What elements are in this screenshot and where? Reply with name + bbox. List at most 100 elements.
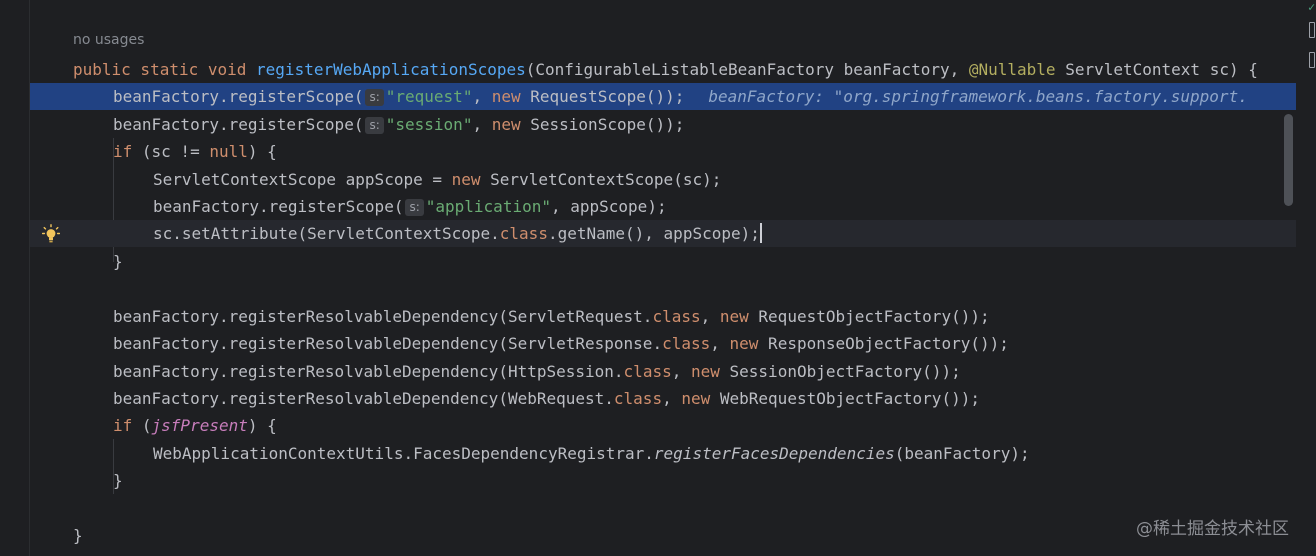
code-line[interactable]: } bbox=[30, 467, 1296, 494]
code-text: RequestObjectFactory()); bbox=[748, 307, 990, 326]
code-text: ServletContext sc) { bbox=[1055, 60, 1258, 79]
code-line[interactable]: } bbox=[30, 522, 1296, 549]
usages-hint[interactable]: no usages bbox=[73, 32, 144, 48]
code-text: ServletContextScope(sc); bbox=[480, 170, 722, 189]
code-line[interactable]: } bbox=[30, 248, 1296, 275]
code-text: beanFactory.registerResolvableDependency… bbox=[113, 334, 663, 353]
code-text: , bbox=[662, 389, 682, 408]
code-line[interactable]: ServletContextScope appScope = new Servl… bbox=[30, 166, 1296, 193]
code-line[interactable]: beanFactory.registerResolvableDependency… bbox=[30, 330, 1296, 357]
code-text: beanFactory.registerResolvableDependency… bbox=[113, 362, 624, 381]
keyword: class bbox=[499, 224, 548, 243]
code-text: (beanFactory); bbox=[894, 444, 1030, 463]
vertical-scrollbar[interactable] bbox=[1284, 114, 1293, 206]
keyword: new bbox=[681, 389, 711, 408]
line-content: beanFactory.registerScope(s: "application… bbox=[153, 193, 667, 220]
keyword: class bbox=[623, 362, 672, 381]
code-line[interactable]: beanFactory.registerScope(s: "application… bbox=[30, 193, 1296, 220]
line-content: beanFactory.registerScope(s: "request", n… bbox=[113, 83, 1248, 110]
code-text: RequestScope()); bbox=[520, 87, 685, 106]
code-text: ResponseObjectFactory()); bbox=[758, 334, 1009, 353]
string-literal: "request" bbox=[385, 87, 473, 106]
code-text: (ConfigurableListableBeanFactory beanFac… bbox=[525, 60, 969, 79]
line-content: beanFactory.registerResolvableDependency… bbox=[113, 385, 980, 412]
line-content: WebApplicationContextUtils.FacesDependen… bbox=[153, 440, 1030, 467]
code-text: SessionScope()); bbox=[520, 115, 685, 134]
code-line[interactable]: if (jsfPresent) { bbox=[30, 412, 1296, 439]
code-text: beanFactory.registerScope( bbox=[113, 87, 364, 106]
code-text: .getName(), appScope); bbox=[547, 224, 760, 243]
code-text: SessionObjectFactory()); bbox=[719, 362, 961, 381]
debug-inline-value: beanFactory: "org.springframework.beans.… bbox=[708, 87, 1248, 106]
method-name: registerWebApplicationScopes bbox=[256, 60, 526, 79]
editor-marker-icon[interactable] bbox=[1309, 22, 1315, 38]
editor-marker-icon[interactable] bbox=[1309, 52, 1315, 68]
code-text: (sc != bbox=[132, 142, 210, 161]
code-text: , bbox=[700, 307, 720, 326]
check-mark-icon: ✓ bbox=[1308, 0, 1316, 14]
keyword: new bbox=[729, 334, 759, 353]
line-content: } bbox=[113, 252, 123, 271]
code-line-selected[interactable]: beanFactory.registerScope(s: "request", n… bbox=[30, 83, 1296, 110]
code-text: beanFactory.registerResolvableDependency… bbox=[113, 307, 653, 326]
line-content: sc.setAttribute(ServletContextScope.clas… bbox=[153, 220, 762, 247]
keyword: class bbox=[662, 334, 711, 353]
keyword: class bbox=[613, 389, 663, 408]
code-line[interactable]: beanFactory.registerScope(s: "session", n… bbox=[30, 111, 1296, 138]
code-text: , bbox=[472, 87, 492, 106]
parameter-hint: s: bbox=[405, 199, 424, 216]
line-content: ServletContextScope appScope = new Servl… bbox=[153, 166, 721, 193]
parameter-hint: s: bbox=[365, 89, 384, 106]
line-content: beanFactory.registerResolvableDependency… bbox=[113, 330, 1009, 357]
code-text: , bbox=[472, 115, 492, 134]
code-line[interactable]: beanFactory.registerResolvableDependency… bbox=[30, 358, 1296, 385]
keyword: new bbox=[491, 115, 521, 134]
string-literal: "session" bbox=[385, 115, 473, 134]
lightbulb-icon[interactable] bbox=[42, 224, 60, 244]
code-text: ( bbox=[132, 416, 152, 435]
line-content: beanFactory.registerResolvableDependency… bbox=[113, 358, 961, 385]
line-content: if (jsfPresent) { bbox=[113, 412, 277, 439]
code-text: WebApplicationContextUtils.FacesDependen… bbox=[153, 444, 654, 463]
code-line[interactable]: beanFactory.registerResolvableDependency… bbox=[30, 385, 1296, 412]
keyword: class bbox=[652, 307, 701, 326]
code-text: WebRequestObjectFactory()); bbox=[710, 389, 980, 408]
keyword: if bbox=[113, 142, 133, 161]
line-content: if (sc != null) { bbox=[113, 138, 277, 165]
keyword: null bbox=[209, 142, 248, 161]
code-text: beanFactory.registerScope( bbox=[153, 197, 404, 216]
code-line-signature[interactable]: public static void registerWebApplicatio… bbox=[30, 56, 1296, 83]
keyword: new bbox=[491, 87, 521, 106]
code-text: beanFactory.registerResolvableDependency… bbox=[113, 389, 614, 408]
code-text: ) { bbox=[247, 416, 277, 435]
line-content: beanFactory.registerScope(s: "session", n… bbox=[113, 111, 684, 138]
annotation: @Nullable bbox=[968, 60, 1056, 79]
watermark: @稀土掘金技术社区 bbox=[1136, 519, 1289, 539]
keyword: new bbox=[719, 307, 749, 326]
code-text: , bbox=[710, 334, 730, 353]
code-line-current[interactable]: sc.setAttribute(ServletContextScope.clas… bbox=[30, 220, 1296, 247]
line-content: } bbox=[73, 526, 83, 545]
string-literal: "application" bbox=[425, 197, 551, 216]
keyword: new bbox=[451, 170, 481, 189]
line-content: } bbox=[113, 471, 123, 490]
keyword: new bbox=[690, 362, 720, 381]
code-text: beanFactory.registerScope( bbox=[113, 115, 364, 134]
code-line[interactable]: WebApplicationContextUtils.FacesDependen… bbox=[30, 440, 1296, 467]
parameter-hint: s: bbox=[365, 117, 384, 134]
code-editor[interactable]: no usages public static void registerWeb… bbox=[0, 0, 1316, 556]
code-line[interactable]: if (sc != null) { bbox=[30, 138, 1296, 165]
code-text: , appScope); bbox=[550, 197, 667, 216]
code-text: ) { bbox=[247, 142, 277, 161]
keyword: if bbox=[113, 416, 133, 435]
code-text: ServletContextScope appScope = bbox=[153, 170, 452, 189]
code-text: sc.setAttribute(ServletContextScope. bbox=[153, 224, 500, 243]
line-content: public static void registerWebApplicatio… bbox=[73, 56, 1258, 83]
code-line[interactable]: beanFactory.registerResolvableDependency… bbox=[30, 303, 1296, 330]
static-field: jsfPresent bbox=[151, 416, 248, 435]
line-content: beanFactory.registerResolvableDependency… bbox=[113, 303, 990, 330]
static-method-call: registerFacesDependencies bbox=[653, 444, 895, 463]
keyword: public static void bbox=[73, 60, 257, 79]
code-text: , bbox=[671, 362, 691, 381]
text-caret bbox=[759, 223, 762, 243]
